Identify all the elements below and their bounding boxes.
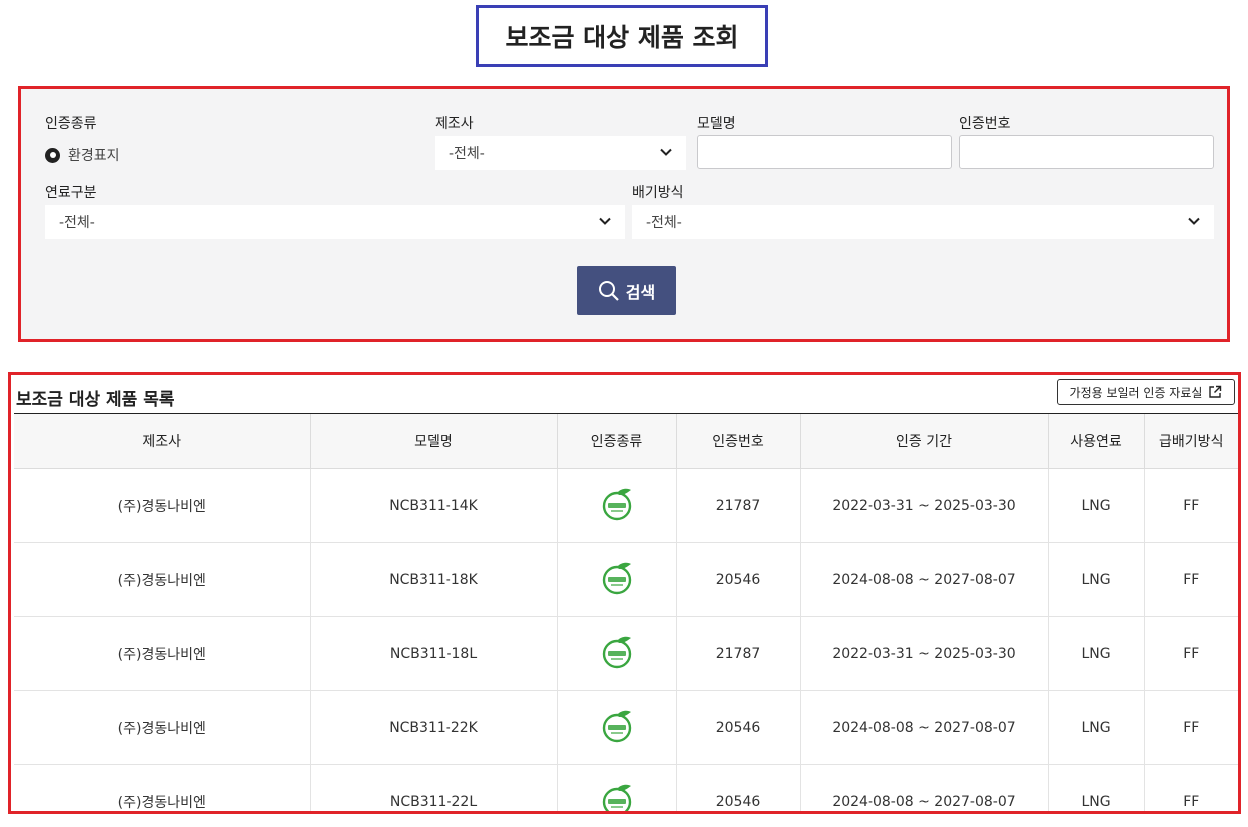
cell-model: NCB311-22L xyxy=(310,764,558,811)
table-header-row: 제조사 모델명 인증종류 인증번호 인증 기간 사용연료 급배기방식 xyxy=(14,414,1238,469)
eco-label-icon xyxy=(601,783,633,811)
exhaust-select-value: -전체- xyxy=(646,215,682,231)
cell-fuel: LNG xyxy=(1048,690,1145,765)
col-header-cert-type[interactable]: 인증종류 xyxy=(557,414,677,469)
radio-selected-icon[interactable] xyxy=(45,147,60,163)
col-header-cert-no[interactable]: 인증번호 xyxy=(676,414,801,469)
cell-cert-no: 20546 xyxy=(676,764,801,811)
maker-select-value: -전체- xyxy=(449,146,485,162)
cell-period: 2024-08-08 ~ 2027-08-07 xyxy=(800,690,1049,765)
table-row[interactable]: (주)경동나비엔 NCB311-22K 20546 2024-08-08 ~ 2… xyxy=(14,690,1238,765)
cell-period: 2022-03-31 ~ 2025-03-30 xyxy=(800,468,1049,543)
col-header-maker[interactable]: 제조사 xyxy=(14,414,311,469)
cell-model: NCB311-18K xyxy=(310,542,558,617)
fuel-select[interactable]: -전체- xyxy=(45,205,625,239)
search-filter-panel: 인증종류 환경표지 제조사 -전체- 모델명 인증번호 연료구분 -전체- 배기… xyxy=(18,86,1230,342)
table-row[interactable]: (주)경동나비엔 NCB311-18K 20546 2024-08-08 ~ 2… xyxy=(14,542,1238,617)
eco-label-icon xyxy=(601,709,633,743)
cell-maker: (주)경동나비엔 xyxy=(14,468,311,543)
cell-model: NCB311-14K xyxy=(310,468,558,543)
cell-period: 2024-08-08 ~ 2027-08-07 xyxy=(800,542,1049,617)
cell-exhaust: FF xyxy=(1144,468,1238,543)
cell-maker: (주)경동나비엔 xyxy=(14,542,311,617)
external-link-label: 가정용 보일러 인증 자료실 xyxy=(1069,385,1203,400)
cell-fuel: LNG xyxy=(1048,764,1145,811)
fuel-select-value: -전체- xyxy=(59,215,95,231)
col-header-model[interactable]: 모델명 xyxy=(310,414,558,469)
cert-type-option-label: 환경표지 xyxy=(68,148,120,164)
cell-fuel: LNG xyxy=(1048,468,1145,543)
fuel-label: 연료구분 xyxy=(45,185,97,201)
cell-exhaust: FF xyxy=(1144,690,1238,765)
cell-period: 2024-08-08 ~ 2027-08-07 xyxy=(800,764,1049,811)
chevron-down-icon xyxy=(599,217,611,225)
cert-type-label: 인증종류 xyxy=(45,116,97,132)
external-link-icon xyxy=(1209,385,1222,398)
cell-cert-type xyxy=(557,542,677,617)
list-title: 보조금 대상 제품 목록 xyxy=(16,390,175,410)
cell-cert-type xyxy=(557,690,677,765)
cell-exhaust: FF xyxy=(1144,764,1238,811)
search-button-label: 검색 xyxy=(625,282,656,302)
cell-exhaust: FF xyxy=(1144,542,1238,617)
cell-period: 2022-03-31 ~ 2025-03-30 xyxy=(800,616,1049,691)
col-header-period[interactable]: 인증 기간 xyxy=(800,414,1049,469)
exhaust-label: 배기방식 xyxy=(632,185,684,201)
chevron-down-icon xyxy=(1188,217,1200,225)
cell-cert-no: 20546 xyxy=(676,690,801,765)
table-row[interactable]: (주)경동나비엔 NCB311-14K 21787 2022-03-31 ~ 2… xyxy=(14,468,1238,543)
eco-label-icon xyxy=(601,635,633,669)
cell-maker: (주)경동나비엔 xyxy=(14,690,311,765)
cell-maker: (주)경동나비엔 xyxy=(14,616,311,691)
col-header-fuel[interactable]: 사용연료 xyxy=(1048,414,1145,469)
maker-label: 제조사 xyxy=(435,116,474,132)
cell-cert-type xyxy=(557,468,677,543)
page-title: 보조금 대상 제품 조회 xyxy=(476,5,768,67)
search-icon xyxy=(598,280,619,301)
cell-cert-type xyxy=(557,764,677,811)
model-label: 모델명 xyxy=(697,116,736,132)
product-table: 제조사 모델명 인증종류 인증번호 인증 기간 사용연료 급배기방식 (주)경동… xyxy=(14,414,1238,811)
product-list-panel: 보조금 대상 제품 목록 가정용 보일러 인증 자료실 제조사 모델명 인증종류… xyxy=(8,372,1241,814)
cell-cert-no: 21787 xyxy=(676,616,801,691)
boiler-cert-archive-link[interactable]: 가정용 보일러 인증 자료실 xyxy=(1057,379,1235,405)
col-header-exhaust[interactable]: 급배기방식 xyxy=(1144,414,1238,469)
cell-cert-no: 21787 xyxy=(676,468,801,543)
eco-label-icon xyxy=(601,561,633,595)
model-input[interactable] xyxy=(697,135,952,169)
cell-fuel: LNG xyxy=(1048,616,1145,691)
exhaust-select[interactable]: -전체- xyxy=(632,205,1214,239)
cert-type-radio[interactable]: 환경표지 xyxy=(45,145,120,165)
maker-select[interactable]: -전체- xyxy=(435,136,686,170)
eco-label-icon xyxy=(601,487,633,521)
chevron-down-icon xyxy=(660,148,672,156)
table-row[interactable]: (주)경동나비엔 NCB311-18L 21787 2022-03-31 ~ 2… xyxy=(14,616,1238,691)
cert-no-input[interactable] xyxy=(959,135,1214,169)
search-button[interactable]: 검색 xyxy=(577,266,676,315)
cell-maker: (주)경동나비엔 xyxy=(14,764,311,811)
cell-exhaust: FF xyxy=(1144,616,1238,691)
cert-no-label: 인증번호 xyxy=(959,116,1011,132)
cell-model: NCB311-18L xyxy=(310,616,558,691)
table-row[interactable]: (주)경동나비엔 NCB311-22L 20546 2024-08-08 ~ 2… xyxy=(14,764,1238,811)
cell-cert-type xyxy=(557,616,677,691)
cell-model: NCB311-22K xyxy=(310,690,558,765)
cell-fuel: LNG xyxy=(1048,542,1145,617)
cell-cert-no: 20546 xyxy=(676,542,801,617)
